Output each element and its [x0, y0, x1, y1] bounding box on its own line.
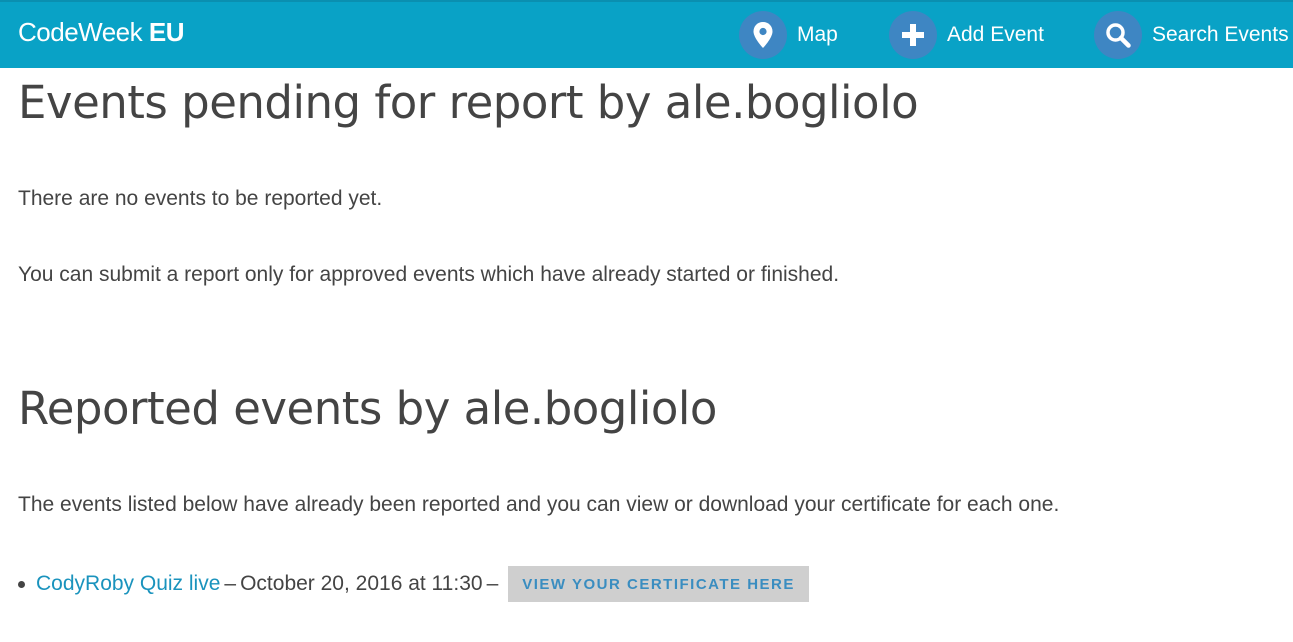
event-date: October 20, 2016 at 11:30: [240, 572, 483, 595]
report-info-message: You can submit a report only for approve…: [18, 263, 840, 286]
reported-intro-message: The events listed below have already bee…: [18, 493, 1060, 516]
brand-suffix: EU: [148, 17, 185, 47]
event-title-link[interactable]: CodyRoby Quiz live: [36, 572, 220, 596]
bullet-icon: [18, 580, 25, 588]
brand-logo-link[interactable]: CodeWeek EU: [18, 17, 185, 48]
nav-add-event-label: Add Event: [947, 23, 1044, 46]
separator: –: [486, 572, 499, 595]
brand-name: CodeWeek: [18, 17, 143, 47]
reported-events-title: Reported events by ale.bogliolo: [18, 382, 717, 435]
separator: –: [224, 572, 237, 595]
nav-map-link[interactable]: Map: [739, 10, 838, 60]
reported-events-list: CodyRoby Quiz live – October 20, 2016 at…: [18, 566, 809, 602]
pending-events-title: Events pending for report by ale.bogliol…: [18, 76, 919, 129]
view-certificate-button[interactable]: VIEW YOUR CERTIFICATE HERE: [508, 566, 809, 602]
no-events-message: There are no events to be reported yet.: [18, 187, 383, 210]
plus-icon: [889, 11, 937, 59]
search-icon: [1094, 11, 1142, 59]
top-navigation-bar: CodeWeek EU Map Add Event Search Events: [0, 0, 1293, 68]
nav-search-events-link[interactable]: Search Events: [1094, 10, 1289, 60]
nav-search-events-label: Search Events: [1152, 23, 1289, 46]
list-item: CodyRoby Quiz live – October 20, 2016 at…: [18, 566, 809, 602]
nav-map-label: Map: [797, 23, 838, 46]
nav-add-event-link[interactable]: Add Event: [889, 10, 1044, 60]
map-marker-icon: [739, 11, 787, 59]
